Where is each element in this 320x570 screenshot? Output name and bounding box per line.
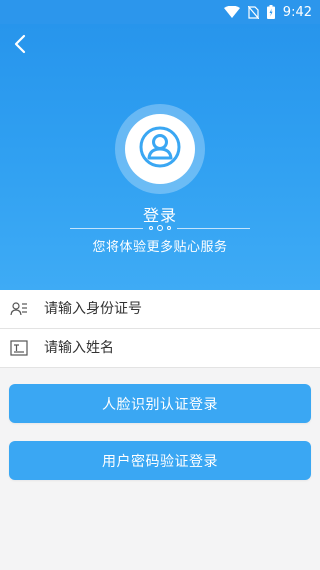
divider-line-right bbox=[177, 227, 250, 229]
page-title: 登录 bbox=[142, 206, 177, 225]
back-arrow-icon bbox=[13, 34, 27, 58]
divider-dot bbox=[149, 226, 153, 230]
id-number-row bbox=[0, 290, 320, 329]
id-number-input[interactable] bbox=[44, 301, 294, 317]
name-row bbox=[0, 329, 320, 368]
face-login-button[interactable]: 人脸识别认证登录 bbox=[9, 384, 311, 423]
user-avatar-icon bbox=[138, 125, 182, 173]
name-input[interactable] bbox=[44, 340, 294, 356]
wifi-icon bbox=[223, 6, 240, 18]
name-tag-icon bbox=[10, 339, 28, 357]
battery-charging-icon bbox=[266, 5, 275, 19]
divider-dots bbox=[149, 225, 171, 231]
avatar-circle bbox=[125, 114, 195, 184]
title-divider bbox=[70, 224, 250, 232]
page-subtitle: 您将体验更多贴心服务 bbox=[92, 240, 228, 255]
login-form bbox=[0, 290, 320, 368]
divider-dot bbox=[157, 225, 163, 231]
no-sim-icon bbox=[247, 5, 259, 19]
back-button[interactable] bbox=[6, 32, 34, 60]
divider-dot bbox=[167, 226, 171, 230]
divider-line-left bbox=[70, 227, 143, 229]
password-login-button[interactable]: 用户密码验证登录 bbox=[9, 441, 311, 480]
avatar bbox=[115, 104, 205, 194]
id-card-icon bbox=[10, 300, 28, 318]
header-banner: 登录 您将体验更多贴心服务 bbox=[0, 24, 320, 290]
status-bar: 9:42 bbox=[0, 0, 320, 24]
status-time: 9:42 bbox=[282, 4, 312, 20]
